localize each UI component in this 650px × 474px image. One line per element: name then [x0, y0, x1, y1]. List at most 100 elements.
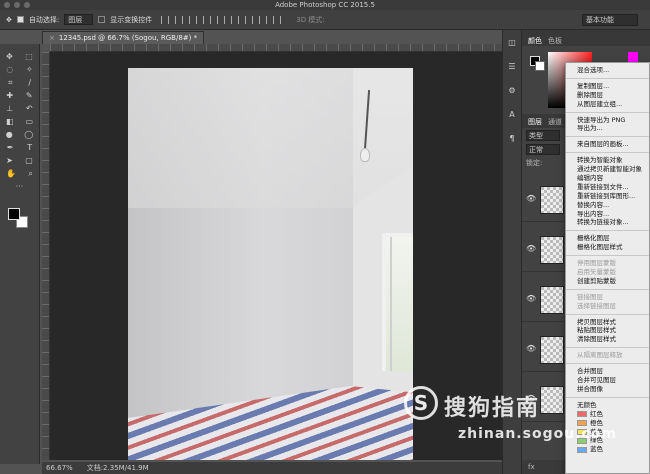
- menu-item: 启用矢量蒙版: [566, 268, 649, 277]
- layer-filter-dropdown[interactable]: 类型: [526, 130, 560, 141]
- eraser-tool-icon[interactable]: ◧: [6, 117, 14, 126]
- auto-select-target-dropdown[interactable]: 图层: [64, 14, 94, 25]
- history-brush-tool-icon[interactable]: ↶: [26, 104, 33, 113]
- layer-thumbnail: [540, 236, 564, 264]
- align-icon[interactable]: [189, 15, 198, 24]
- align-icon[interactable]: [245, 15, 254, 24]
- layer-thumbnail: [540, 186, 564, 214]
- character-panel-icon[interactable]: A: [506, 110, 518, 126]
- menu-item[interactable]: 重新链接到库图形...: [566, 192, 649, 201]
- show-transform-checkbox[interactable]: [98, 16, 106, 23]
- menu-item[interactable]: 混合选项...: [566, 66, 649, 75]
- path-select-tool-icon[interactable]: ➤: [6, 156, 13, 165]
- menu-item-label: 启用矢量蒙版: [577, 268, 616, 277]
- eye-icon[interactable]: 👁: [526, 244, 536, 253]
- close-tab-icon[interactable]: ×: [49, 34, 55, 42]
- properties-panel-icon[interactable]: ☰: [506, 62, 518, 78]
- eye-icon[interactable]: 👁: [526, 294, 536, 303]
- menu-item[interactable]: 红色: [566, 410, 649, 419]
- move-tool-icon[interactable]: ✥: [6, 16, 12, 24]
- tab-swatches[interactable]: 色板: [548, 36, 562, 46]
- align-icon[interactable]: [203, 15, 212, 24]
- menu-item[interactable]: 合并图层: [566, 367, 649, 376]
- menu-item[interactable]: 拼合图像: [566, 385, 649, 394]
- mode-3d-label: 3D 模式:: [296, 15, 325, 24]
- vertical-ruler[interactable]: [42, 52, 50, 460]
- foreground-color-swatch[interactable]: [8, 208, 20, 220]
- menu-item[interactable]: 重新链接到文件...: [566, 183, 649, 192]
- layer-row[interactable]: 👁: [522, 380, 566, 422]
- menu-item[interactable]: 蓝色: [566, 445, 649, 454]
- align-icon[interactable]: [259, 15, 268, 24]
- more-tools-icon[interactable]: ···: [16, 182, 24, 191]
- workspace-dropdown[interactable]: 基本功能: [582, 14, 638, 26]
- menu-item[interactable]: 转换为智能对象: [566, 156, 649, 165]
- menu-item[interactable]: 无颜色: [566, 401, 649, 410]
- eye-icon[interactable]: 👁: [526, 194, 536, 203]
- menu-item[interactable]: 清除图层样式: [566, 335, 649, 344]
- history-panel-icon[interactable]: ◫: [506, 38, 518, 54]
- align-icon[interactable]: [217, 15, 226, 24]
- menu-item[interactable]: 橙色: [566, 419, 649, 428]
- horizontal-ruler[interactable]: [50, 44, 502, 52]
- adjust-panel-icon[interactable]: ⚙: [506, 86, 518, 102]
- brush-tool-icon[interactable]: ✎: [26, 91, 33, 100]
- type-tool-icon[interactable]: T: [27, 143, 32, 152]
- menu-item: 从隔离图层释放: [566, 351, 649, 360]
- paragraph-panel-icon[interactable]: ¶: [506, 134, 518, 150]
- crop-tool-icon[interactable]: ⌗: [8, 78, 13, 88]
- menu-item-label: 栅格化图层样式: [577, 243, 623, 252]
- layer-row[interactable]: 👁: [522, 330, 566, 372]
- menu-item[interactable]: 删除图层: [566, 91, 649, 100]
- auto-select-checkbox[interactable]: [16, 16, 24, 23]
- tab-layers[interactable]: 图层: [528, 117, 542, 126]
- menu-separator: [566, 396, 649, 398]
- menu-item[interactable]: 来自图层的画板...: [566, 140, 649, 149]
- menu-item[interactable]: 转换为链接对象...: [566, 218, 649, 227]
- layer-row[interactable]: 👁: [522, 230, 566, 272]
- align-icon[interactable]: [161, 15, 170, 24]
- menu-item[interactable]: 合并可见图层: [566, 376, 649, 385]
- hand-tool-icon[interactable]: ✋: [6, 169, 16, 178]
- move-tool-icon[interactable]: ✥: [6, 52, 13, 61]
- shape-tool-icon[interactable]: ▢: [25, 156, 33, 165]
- layer-row[interactable]: 👁: [522, 280, 566, 322]
- menu-item[interactable]: 创建剪贴蒙版: [566, 277, 649, 286]
- lasso-tool-icon[interactable]: ◌: [6, 65, 13, 74]
- fx-icon[interactable]: fx: [528, 463, 535, 471]
- tab-color[interactable]: 颜色: [528, 36, 542, 46]
- align-icon[interactable]: [273, 15, 282, 24]
- menu-item[interactable]: 栅格化图层样式: [566, 243, 649, 252]
- menu-item[interactable]: 从图层建立组...: [566, 100, 649, 109]
- align-icon[interactable]: [175, 15, 184, 24]
- blend-mode-dropdown[interactable]: 正常: [526, 144, 560, 155]
- align-icon[interactable]: [231, 15, 240, 24]
- menu-item[interactable]: 替换内容...: [566, 201, 649, 210]
- stamp-tool-icon[interactable]: ⊥: [6, 104, 13, 113]
- eye-icon[interactable]: 👁: [526, 394, 536, 403]
- blur-tool-icon[interactable]: ●: [6, 130, 13, 139]
- eyedropper-tool-icon[interactable]: ∕: [28, 78, 31, 87]
- menu-item[interactable]: 通过拷贝新建智能对象: [566, 165, 649, 174]
- menu-item: 选择链接图层: [566, 302, 649, 311]
- menu-item[interactable]: 导出为...: [566, 124, 649, 133]
- menu-item[interactable]: 栅格化图层: [566, 234, 649, 243]
- pen-tool-icon[interactable]: ✒: [7, 143, 14, 152]
- eye-icon[interactable]: 👁: [526, 344, 536, 353]
- menu-item[interactable]: 编辑内容: [566, 174, 649, 183]
- dodge-tool-icon[interactable]: ◯: [24, 130, 33, 139]
- menu-item[interactable]: 绿色: [566, 436, 649, 445]
- menu-item[interactable]: 复制图层...: [566, 82, 649, 91]
- zoom-tool-icon[interactable]: ⌕: [28, 169, 32, 179]
- panel-background-swatch[interactable]: [535, 61, 545, 71]
- marquee-tool-icon[interactable]: ⬚: [25, 52, 33, 61]
- magic-wand-tool-icon[interactable]: ✧: [26, 65, 33, 74]
- document-tab[interactable]: × 12345.psd @ 66.7% (Sogou, RGB/8#) *: [42, 31, 205, 44]
- tab-channels[interactable]: 通道: [548, 117, 562, 126]
- zoom-level[interactable]: 66.67%: [46, 462, 73, 474]
- healing-tool-icon[interactable]: ✚: [6, 91, 13, 100]
- canvas-area[interactable]: [50, 52, 502, 460]
- gradient-tool-icon[interactable]: ▭: [25, 117, 33, 126]
- layer-row[interactable]: 👁: [522, 180, 566, 222]
- menu-item[interactable]: 黄色: [566, 428, 649, 437]
